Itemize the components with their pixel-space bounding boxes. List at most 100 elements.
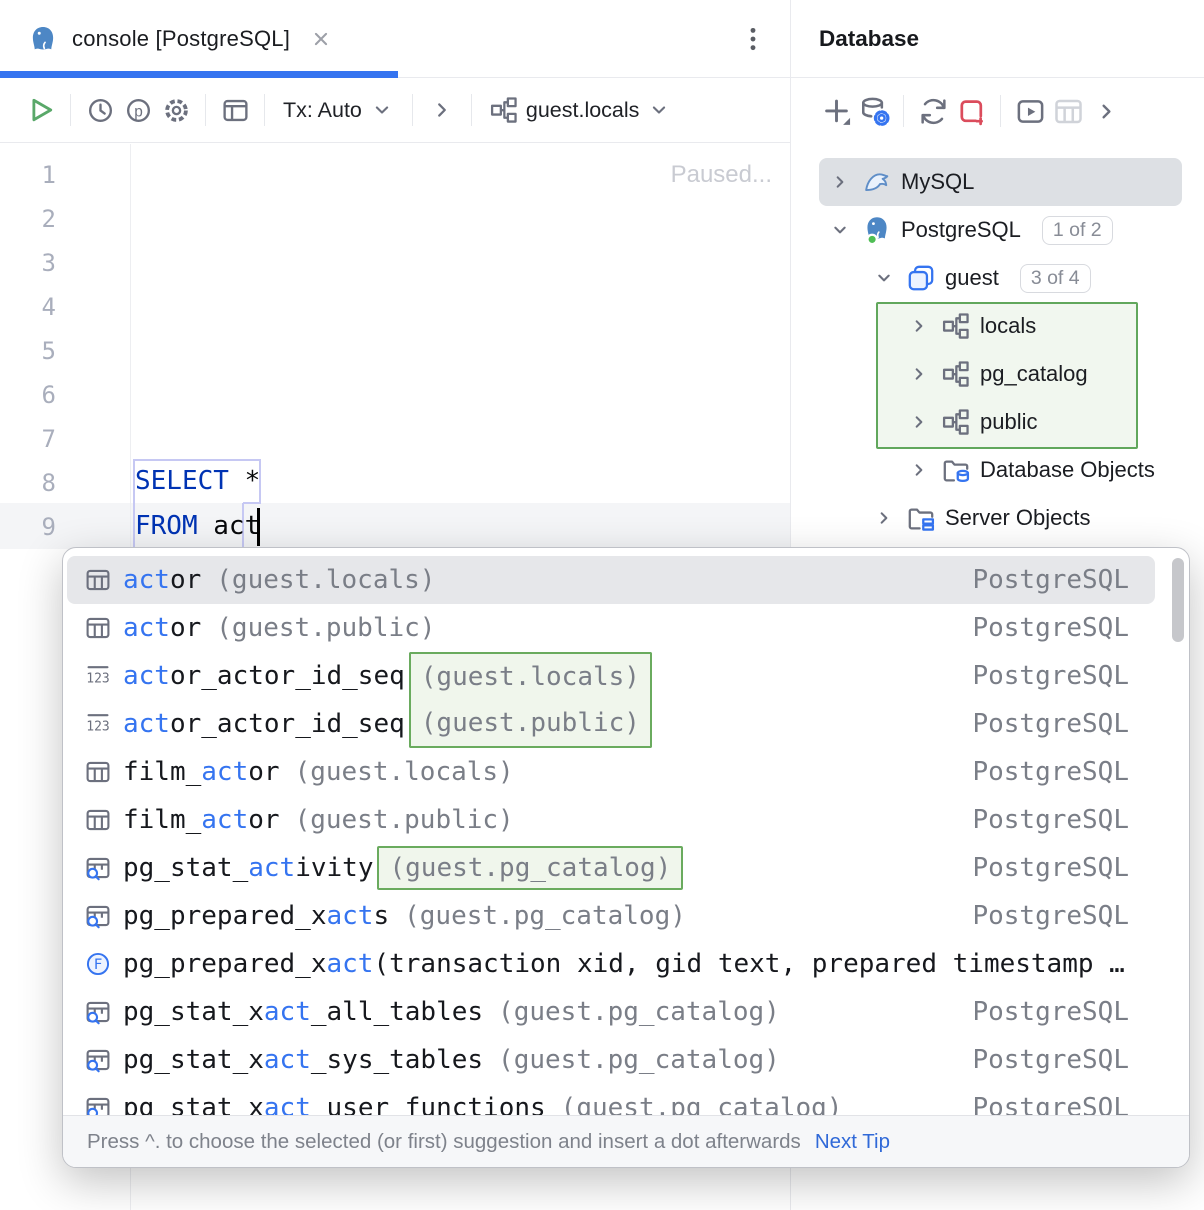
- completion-item-source: PostgreSQL: [972, 805, 1155, 835]
- profiler-icon[interactable]: p: [119, 91, 157, 129]
- chevron-right-icon[interactable]: [906, 363, 932, 385]
- completion-item-source: PostgreSQL: [972, 757, 1155, 787]
- table-view-button-disabled[interactable]: [1049, 92, 1087, 130]
- completion-item-name: actor: [123, 565, 201, 595]
- schema-icon: [490, 96, 518, 124]
- chevron-right-icon[interactable]: [871, 507, 897, 529]
- completion-item[interactable]: pg_stat_xact_user_functions (guest.pg_ca…: [67, 1084, 1155, 1117]
- toolbar-separator: [903, 95, 904, 127]
- new-datasource-button[interactable]: [817, 92, 855, 130]
- popup-scrollbar-thumb[interactable]: [1172, 558, 1184, 642]
- toolbar-separator: [412, 94, 413, 126]
- schema-select[interactable]: guest.locals: [482, 91, 680, 129]
- completion-item-qualifier: (guest.locals): [216, 565, 435, 595]
- tree-item-locals[interactable]: locals: [819, 302, 1182, 350]
- completion-item[interactable]: pg_stat_activity (guest.pg_catalog) Post…: [67, 844, 1155, 892]
- table-icon: [85, 807, 111, 833]
- status-paused: Paused...: [671, 153, 772, 197]
- more-toolbar-chevron-icon[interactable]: [1087, 92, 1125, 130]
- completion-item-qualifier: (guest.locals): [409, 652, 652, 700]
- completion-item[interactable]: pg_stat_xact_sys_tables (guest.pg_catalo…: [67, 1036, 1155, 1084]
- completion-item-name: pg_prepared_xact(transaction xid, gid te…: [123, 949, 1125, 979]
- completion-item-name: actor_actor_id_seq: [123, 661, 405, 691]
- in-editor-results-icon[interactable]: [216, 91, 254, 129]
- completion-item-qualifier: (guest.pg_catalog): [561, 1093, 843, 1117]
- tree-item-pg-catalog[interactable]: pg_catalog: [819, 350, 1182, 398]
- completion-item[interactable]: film_actor (guest.public) PostgreSQL: [67, 796, 1155, 844]
- completion-item-source: PostgreSQL: [972, 853, 1155, 883]
- completion-item[interactable]: 123 actor_actor_id_seq (guest.public) Po…: [67, 700, 1155, 748]
- completion-item[interactable]: 123 actor_actor_id_seq (guest.locals) Po…: [67, 652, 1155, 700]
- table-icon: [85, 567, 111, 593]
- tree-item-label: public: [980, 409, 1037, 435]
- svg-text:F: F: [94, 957, 103, 973]
- close-icon[interactable]: [310, 28, 332, 50]
- completion-item-qualifier: (guest.public): [409, 700, 652, 748]
- completion-item[interactable]: pg_stat_xact_all_tables (guest.pg_catalo…: [67, 988, 1155, 1036]
- completion-item-name: pg_stat_xact_sys_tables: [123, 1045, 483, 1075]
- chevron-down-icon[interactable]: [871, 267, 897, 289]
- completion-item-source: PostgreSQL: [972, 565, 1155, 595]
- next-tip-link[interactable]: Next Tip: [815, 1130, 890, 1154]
- chevron-right-icon[interactable]: [827, 171, 853, 193]
- tree-item-server-objects[interactable]: Server Objects: [819, 494, 1182, 542]
- schema-icon: [941, 408, 971, 436]
- chevron-right-icon[interactable]: [906, 411, 932, 433]
- disconnect-button[interactable]: [952, 92, 990, 130]
- completion-item-name: pg_stat_xact_user_functions: [123, 1093, 546, 1117]
- chevron-down-icon[interactable]: [827, 219, 853, 241]
- completion-item-source: PostgreSQL: [972, 1045, 1155, 1075]
- completion-item[interactable]: F pg_prepared_xact(transaction xid, gid …: [67, 940, 1155, 988]
- editor-toolbar: p Tx: Auto: [0, 78, 790, 143]
- tab-console-postgresql[interactable]: console [PostgreSQL]: [0, 0, 356, 77]
- completion-popup: actor (guest.locals) PostgreSQL actor (g…: [62, 547, 1190, 1168]
- settings-gear-icon[interactable]: [157, 91, 195, 129]
- app-window: console [PostgreSQL]: [0, 0, 1204, 1210]
- completion-item-name: actor_actor_id_seq: [123, 709, 405, 739]
- completion-item[interactable]: pg_prepared_xacts (guest.pg_catalog) Pos…: [67, 892, 1155, 940]
- completion-item[interactable]: actor (guest.public) PostgreSQL: [67, 604, 1155, 652]
- line-number: 3: [0, 241, 56, 285]
- completion-item-source: PostgreSQL: [972, 1093, 1155, 1117]
- completion-item-name: pg_stat_xact_all_tables: [123, 997, 483, 1027]
- database-panel-header: Database: [791, 0, 1204, 78]
- code-line-9: FROM act: [135, 504, 260, 548]
- completion-item-name: film_actor: [123, 757, 280, 787]
- active-tab-indicator: [0, 71, 398, 78]
- database-tree: MySQL PostgreSQL 1 of 2 guest 3 of 4 loc…: [791, 158, 1204, 542]
- tree-item-public[interactable]: public: [819, 398, 1182, 446]
- toolbar-separator: [471, 94, 472, 126]
- refresh-button[interactable]: [914, 92, 952, 130]
- expand-toolbar-chevron-icon[interactable]: [423, 91, 461, 129]
- tree-item-guest[interactable]: guest 3 of 4: [819, 254, 1182, 302]
- tree-item-database-objects[interactable]: Database Objects: [819, 446, 1182, 494]
- toolbar-separator: [70, 94, 71, 126]
- hint-text: Press ^. to choose the selected (or firs…: [87, 1130, 801, 1154]
- toolbar-separator: [264, 94, 265, 126]
- chevron-right-icon[interactable]: [906, 315, 932, 337]
- completion-item-qualifier: (guest.pg_catalog): [498, 997, 780, 1027]
- run-button[interactable]: [22, 91, 60, 129]
- tree-item-postgresql[interactable]: PostgreSQL 1 of 2: [819, 206, 1182, 254]
- kebab-menu-icon[interactable]: [738, 24, 768, 54]
- completion-item-qualifier: (guest.pg_catalog): [377, 846, 683, 890]
- tree-item-label: MySQL: [901, 169, 974, 195]
- panel-title: Database: [819, 26, 919, 52]
- datasource-properties-button[interactable]: [855, 92, 893, 130]
- svg-text:123: 123: [86, 720, 109, 735]
- view-icon: [85, 903, 111, 929]
- jump-to-console-button[interactable]: [1011, 92, 1049, 130]
- schema-icon: [941, 360, 971, 388]
- chevron-right-icon[interactable]: [906, 459, 932, 481]
- postgresql-icon: [28, 24, 58, 54]
- chevron-down-icon: [370, 98, 394, 122]
- tx-mode-select[interactable]: Tx: Auto: [275, 91, 402, 129]
- completion-item-name: film_actor: [123, 805, 280, 835]
- completion-item[interactable]: film_actor (guest.locals) PostgreSQL: [67, 748, 1155, 796]
- tree-item-mysql[interactable]: MySQL: [819, 158, 1182, 206]
- toolbar-separator: [205, 94, 206, 126]
- completion-item[interactable]: actor (guest.locals) PostgreSQL: [67, 556, 1155, 604]
- history-icon[interactable]: [81, 91, 119, 129]
- completion-item-source: PostgreSQL: [972, 901, 1155, 931]
- caret-row-highlight: [0, 503, 790, 549]
